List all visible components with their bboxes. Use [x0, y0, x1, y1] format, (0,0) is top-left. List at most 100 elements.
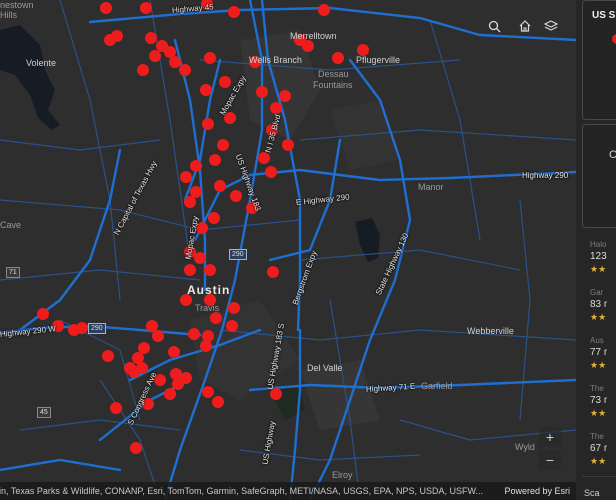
location-point[interactable] — [190, 160, 202, 172]
location-point[interactable] — [258, 152, 270, 164]
item-name: Aus — [590, 336, 604, 345]
item-name: Gar — [590, 288, 604, 297]
place-label: Garfield — [421, 381, 453, 391]
location-point[interactable] — [267, 266, 279, 278]
location-point[interactable] — [318, 4, 330, 16]
zoom-in-button[interactable]: + — [539, 427, 561, 447]
location-point[interactable] — [179, 64, 191, 76]
location-point[interactable] — [130, 442, 142, 454]
location-point[interactable] — [184, 264, 196, 276]
zoom-out-button[interactable]: − — [539, 450, 561, 470]
highway-shield: 45 — [37, 407, 51, 418]
location-point[interactable] — [140, 2, 152, 14]
location-point[interactable] — [200, 340, 212, 352]
location-point[interactable] — [282, 139, 294, 151]
location-point[interactable] — [137, 64, 149, 76]
place-label: Manor — [418, 182, 444, 192]
chart-card-label: C — [609, 149, 616, 161]
location-point[interactable] — [102, 350, 114, 362]
location-point[interactable] — [219, 76, 231, 88]
place-label: Travis — [195, 303, 220, 313]
legend-title: US S — [592, 10, 616, 21]
item-count: 77 r — [590, 347, 608, 358]
place-label: Hills — [0, 10, 17, 20]
item-rating-stars: ★★ — [590, 456, 607, 466]
location-point[interactable] — [228, 302, 240, 314]
location-point[interactable] — [226, 320, 238, 332]
location-point[interactable] — [332, 52, 344, 64]
location-point[interactable] — [168, 346, 180, 358]
location-point[interactable] — [188, 328, 200, 340]
attribution-bar: stin, Texas Parks & Wildlife, CONANP, Es… — [0, 482, 576, 500]
location-point[interactable] — [270, 102, 282, 114]
place-label: Elroy — [332, 470, 353, 480]
layers-icon[interactable] — [541, 16, 561, 36]
list-item[interactable]: Halo 123 ★★ — [582, 236, 616, 285]
item-rating-stars: ★★ — [590, 312, 607, 322]
location-point[interactable] — [100, 2, 112, 14]
search-icon[interactable] — [484, 16, 504, 36]
city-label-austin: Austin — [187, 283, 231, 297]
chart-card: C — [582, 124, 616, 228]
location-point[interactable] — [204, 264, 216, 276]
legend-card: US S — [582, 0, 616, 120]
basemap — [0, 0, 576, 500]
side-panel: US S C Halo 123 ★★ Gar 83 r ★★ Aus 77 r ★★ The 73 … — [576, 0, 616, 500]
location-point[interactable] — [37, 308, 49, 320]
item-rating-stars: ★★ — [590, 264, 607, 274]
location-point[interactable] — [302, 40, 314, 52]
place-label: nestown — [0, 0, 34, 10]
road-label: Highway 290 — [522, 171, 569, 180]
legend-point-symbol — [612, 34, 616, 44]
item-name: The — [590, 432, 604, 441]
list-item[interactable]: Aus 77 r ★★ — [582, 332, 616, 381]
powered-by-link[interactable]: Powered by Esri — [504, 482, 570, 500]
location-point[interactable] — [164, 388, 176, 400]
location-point[interactable] — [279, 90, 291, 102]
location-point[interactable] — [145, 32, 157, 44]
location-point[interactable] — [184, 196, 196, 208]
location-point[interactable] — [76, 322, 88, 334]
location-point[interactable] — [104, 34, 116, 46]
highway-shield: 290 — [229, 249, 247, 260]
location-point[interactable] — [256, 86, 268, 98]
panel-footer: Sca — [584, 488, 600, 498]
location-point[interactable] — [128, 366, 140, 378]
list-item[interactable]: The 67 r ★★ — [582, 428, 616, 477]
location-point[interactable] — [180, 372, 192, 384]
location-point[interactable] — [194, 252, 206, 264]
location-point[interactable] — [180, 171, 192, 183]
list-item[interactable]: Gar 83 r ★★ — [582, 284, 616, 333]
place-label: Dessau — [318, 69, 349, 79]
location-point[interactable] — [200, 84, 212, 96]
location-point[interactable] — [217, 139, 229, 151]
place-label: Pflugerville — [356, 55, 401, 65]
location-point[interactable] — [204, 52, 216, 64]
highway-shield: 290 — [88, 323, 106, 334]
location-point[interactable] — [209, 154, 221, 166]
place-label: Fountains — [313, 80, 353, 90]
item-count: 123 — [590, 251, 607, 262]
location-point[interactable] — [208, 212, 220, 224]
item-count: 83 r — [590, 299, 608, 310]
location-point[interactable] — [152, 330, 164, 342]
location-point[interactable] — [149, 50, 161, 62]
location-point[interactable] — [228, 6, 240, 18]
location-point[interactable] — [230, 190, 242, 202]
map-view[interactable]: nestown Hills Volente Merrelltown Wells … — [0, 0, 576, 500]
place-label: Merrelltown — [290, 31, 337, 41]
item-rating-stars: ★★ — [590, 360, 607, 370]
place-label: Wells Branch — [249, 55, 302, 65]
location-point[interactable] — [265, 166, 277, 178]
location-point[interactable] — [212, 396, 224, 408]
location-point[interactable] — [202, 386, 214, 398]
location-point[interactable] — [210, 312, 222, 324]
location-point[interactable] — [202, 118, 214, 130]
item-rating-stars: ★★ — [590, 408, 607, 418]
list-item[interactable]: The 73 r ★★ — [582, 380, 616, 429]
location-point[interactable] — [214, 180, 226, 192]
location-point[interactable] — [110, 402, 122, 414]
place-label: Wyld — [515, 442, 535, 452]
item-count: 67 r — [590, 443, 608, 454]
home-icon[interactable] — [515, 16, 535, 36]
